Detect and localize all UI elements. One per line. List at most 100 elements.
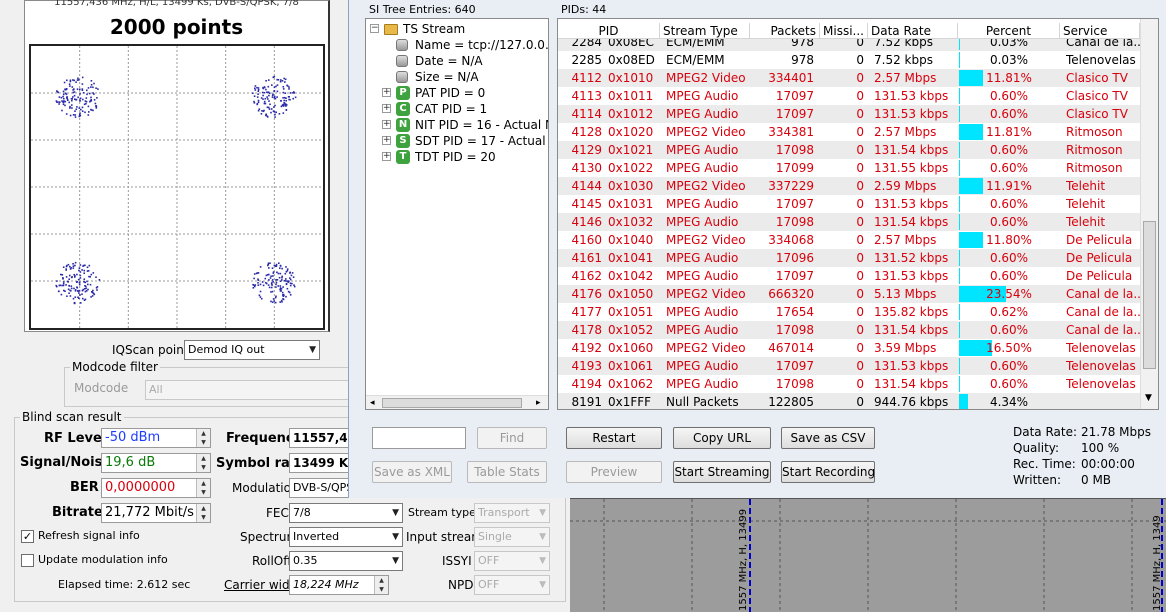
col-service[interactable]: Service bbox=[1060, 23, 1140, 39]
col-pid[interactable]: PID bbox=[558, 23, 660, 39]
start-recording-button[interactable]: Start Recording bbox=[781, 461, 875, 483]
scroll-thumb[interactable] bbox=[382, 398, 522, 408]
find-input[interactable] bbox=[372, 427, 466, 449]
pid-row[interactable]: 4129 0x1021 MPEG Audio 17098 0 131.54 kbps Rit… bbox=[558, 141, 1140, 159]
scroll-down-icon[interactable]: ▼ bbox=[1145, 393, 1152, 403]
signal-noise-value: 19,6 dB bbox=[105, 455, 156, 470]
data-rate-cell: 2.59 Mbps bbox=[874, 179, 937, 193]
iq-point bbox=[263, 100, 266, 103]
table-stats-button[interactable]: Table Stats bbox=[467, 461, 547, 483]
pid-row[interactable]: 4192 0x1060 MPEG2 Video 467014 0 3.59 Mbps Tel… bbox=[558, 339, 1140, 357]
pid-row[interactable]: 4113 0x1011 MPEG Audio 17097 0 131.53 kbps Cla… bbox=[558, 87, 1140, 105]
pid-row[interactable]: 4145 0x1031 MPEG Audio 17097 0 131.53 kbps Tel… bbox=[558, 195, 1140, 213]
iq-point bbox=[270, 286, 273, 289]
expand-icon[interactable]: + bbox=[382, 104, 391, 113]
iq-point bbox=[78, 283, 81, 286]
save-as-xml-button[interactable]: Save as XML bbox=[372, 461, 452, 483]
modcode-select[interactable]: All bbox=[145, 380, 351, 400]
iq-point bbox=[92, 109, 94, 112]
restart-button[interactable]: Restart bbox=[566, 427, 662, 449]
scroll-thumb[interactable] bbox=[1143, 221, 1156, 369]
pid-row[interactable]: 4162 0x1042 MPEG Audio 17097 0 131.53 kbps De … bbox=[558, 267, 1140, 285]
expand-icon[interactable]: + bbox=[382, 152, 391, 161]
issyi-select[interactable]: OFF ▼ bbox=[474, 551, 550, 571]
col-percent[interactable]: Percent bbox=[958, 23, 1060, 39]
chevron-down-icon: ▼ bbox=[392, 532, 399, 542]
iq-point bbox=[91, 295, 94, 297]
iq-point bbox=[271, 84, 273, 86]
iq-point bbox=[252, 287, 255, 289]
iq-point bbox=[74, 116, 77, 118]
pid-row[interactable]: 4130 0x1022 MPEG Audio 17099 0 131.55 kbps Rit… bbox=[558, 159, 1140, 177]
spectrum-select[interactable]: Inverted ▼ bbox=[289, 527, 403, 547]
expand-icon[interactable]: + bbox=[382, 88, 391, 97]
pid-row[interactable]: 2284 0x08EC ECM/EMM 978 0 7.52 kbps Canal de l… bbox=[558, 39, 1140, 51]
pid-row[interactable]: 4160 0x1040 MPEG2 Video 334068 0 2.57 Mbps De … bbox=[558, 231, 1140, 249]
spectrum-marker-label: 1557 MHz, H, 13499 bbox=[738, 508, 749, 611]
stream-type-select[interactable]: Transport ▼ bbox=[474, 503, 550, 523]
iq-point bbox=[257, 99, 260, 102]
iq-point bbox=[96, 289, 98, 291]
pid-row[interactable]: 4193 0x1061 MPEG Audio 17097 0 131.53 kbps Tel… bbox=[558, 357, 1140, 375]
col-data-rate[interactable]: Data Rate bbox=[868, 23, 958, 39]
expand-icon[interactable]: + bbox=[382, 120, 391, 129]
iq-point bbox=[78, 297, 80, 299]
fec-select[interactable]: 7/8 ▼ bbox=[289, 503, 403, 523]
iq-point bbox=[72, 265, 75, 267]
percent-cell: 0.60% bbox=[989, 89, 1029, 103]
missing-cell: 0 bbox=[856, 89, 864, 103]
iq-point bbox=[274, 97, 277, 100]
scroll-left-icon[interactable]: ◂ bbox=[370, 396, 375, 409]
start-streaming-button[interactable]: Start Streaming bbox=[673, 461, 771, 483]
find-button[interactable]: Find bbox=[477, 427, 547, 449]
tree-horizontal-scrollbar[interactable]: ◂ ▸ bbox=[366, 395, 548, 409]
scroll-right-icon[interactable]: ▸ bbox=[536, 396, 541, 409]
pid-row[interactable]: 4144 0x1030 MPEG2 Video 337229 0 2.59 Mbps Tel… bbox=[558, 177, 1140, 195]
pid-row[interactable]: 2285 0x08ED ECM/EMM 978 0 7.52 kbps Telenovela… bbox=[558, 51, 1140, 69]
spectrum-value: Inverted bbox=[293, 530, 340, 543]
pid-table[interactable]: PID Stream Type Packets Missi... Data Ra… bbox=[557, 18, 1159, 410]
si-tree[interactable]: − TS Stream Name = tcp://127.0.0.1:7 Date =… bbox=[365, 18, 549, 410]
iqscan-select[interactable]: Demod IQ out ▼ bbox=[184, 340, 320, 360]
iq-point bbox=[65, 276, 68, 278]
col-stream-type[interactable]: Stream Type bbox=[660, 23, 750, 39]
rolloff-select[interactable]: 0.35 ▼ bbox=[289, 551, 403, 571]
pid-row[interactable]: 4178 0x1052 MPEG Audio 17098 0 131.54 kbps Can… bbox=[558, 321, 1140, 339]
iq-point bbox=[286, 84, 288, 87]
pid-row[interactable]: 4128 0x1020 MPEG2 Video 334381 0 2.57 Mbps Rit… bbox=[558, 123, 1140, 141]
pid-row[interactable]: 8191 0x1FFF Null Packets 122805 0 944.76 kbps… bbox=[558, 393, 1140, 409]
pid-table-scrollbar[interactable]: ▼ bbox=[1140, 19, 1158, 409]
iq-point bbox=[79, 97, 82, 100]
iq-point bbox=[285, 283, 288, 286]
iq-point bbox=[261, 91, 264, 94]
pid-row[interactable]: 4114 0x1012 MPEG Audio 17097 0 131.53 kbps Cla… bbox=[558, 105, 1140, 123]
collapse-icon[interactable]: − bbox=[370, 24, 379, 33]
update-modulation-checkbox[interactable] bbox=[21, 554, 34, 567]
copy-url-button[interactable]: Copy URL bbox=[673, 427, 771, 449]
pid-row[interactable]: 4112 0x1010 MPEG2 Video 334401 0 2.57 Mbps Cla… bbox=[558, 69, 1140, 87]
preview-button[interactable]: Preview bbox=[566, 461, 662, 483]
iq-point bbox=[81, 110, 84, 112]
iq-point bbox=[253, 273, 256, 275]
carrier-width-field[interactable]: 18,224 MHz ▲ ▼ bbox=[289, 575, 389, 595]
expand-icon[interactable]: + bbox=[382, 136, 391, 145]
iqscan-label: IQScan point bbox=[112, 343, 189, 357]
stream-type-cell: MPEG2 Video bbox=[666, 233, 746, 247]
save-as-csv-button[interactable]: Save as CSV bbox=[781, 427, 875, 449]
col-missing[interactable]: Missi... bbox=[820, 23, 868, 39]
rec-time-value: 00:00:00 bbox=[1081, 457, 1135, 471]
refresh-signal-checkbox[interactable]: ✓ bbox=[21, 530, 34, 543]
symbol-rate-value: 13499 Ks bbox=[293, 456, 353, 470]
pid-row[interactable]: 4177 0x1051 MPEG Audio 17654 0 135.82 kbps Can… bbox=[558, 303, 1140, 321]
data-rate-cell: 944.76 kbps bbox=[874, 395, 949, 409]
pid-row[interactable]: 4176 0x1050 MPEG2 Video 666320 0 5.13 Mbps Can… bbox=[558, 285, 1140, 303]
spectrum-view[interactable]: 1557 MHz, H, 13499 1557 MHz, H, 1349 bbox=[570, 498, 1166, 612]
input-stream-select[interactable]: Single ▼ bbox=[474, 527, 550, 547]
col-packets[interactable]: Packets bbox=[750, 23, 820, 39]
pid-row[interactable]: 4194 0x1062 MPEG Audio 17098 0 131.54 kbps Tel… bbox=[558, 375, 1140, 393]
npd-select[interactable]: OFF ▼ bbox=[474, 575, 550, 595]
pid-row[interactable]: 4161 0x1041 MPEG Audio 17096 0 131.52 kbps De … bbox=[558, 249, 1140, 267]
signal-noise-label: Signal/Noise bbox=[20, 455, 112, 470]
iq-point bbox=[79, 99, 81, 102]
pid-row[interactable]: 4146 0x1032 MPEG Audio 17098 0 131.54 kbps Tel… bbox=[558, 213, 1140, 231]
